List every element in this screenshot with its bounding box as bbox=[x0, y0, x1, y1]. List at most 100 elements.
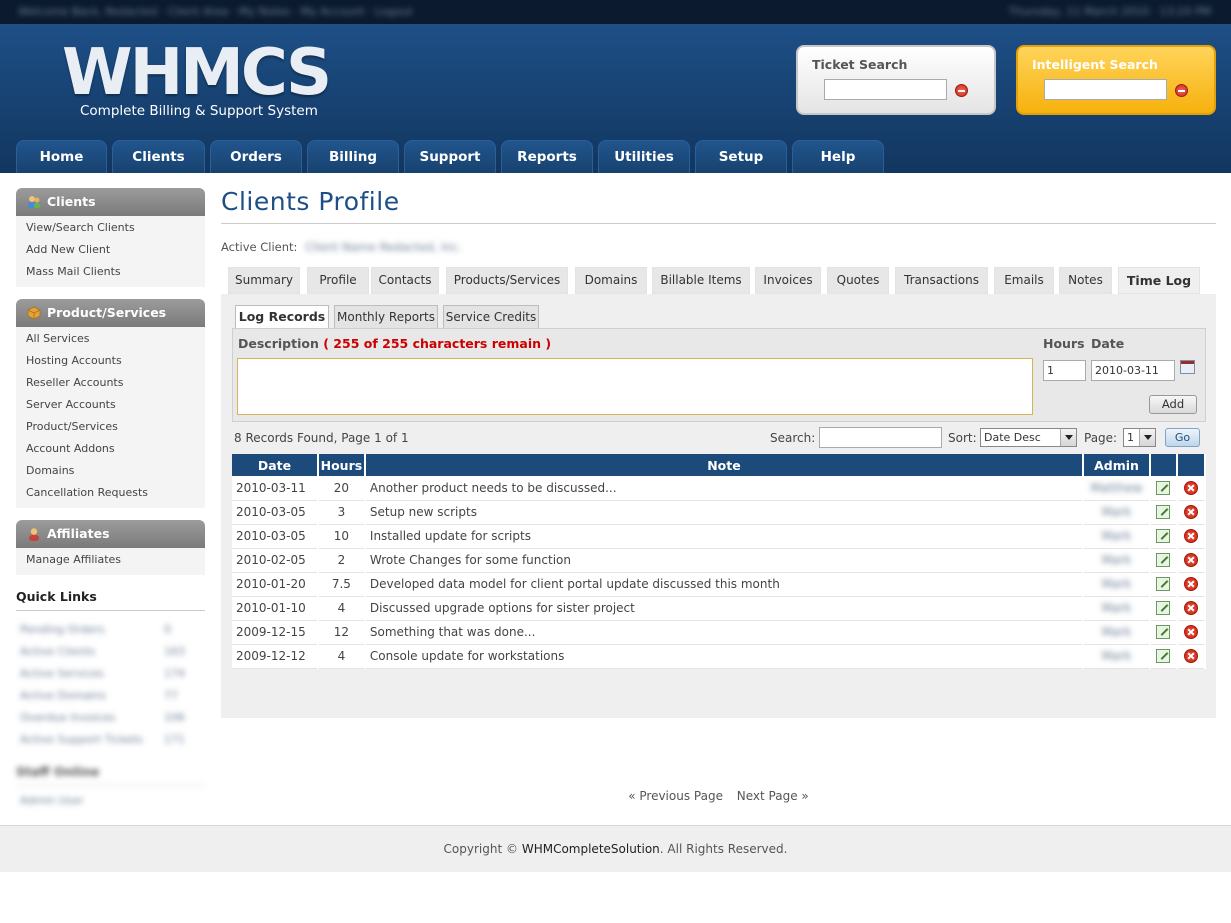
nav-reports[interactable]: Reports bbox=[501, 140, 593, 173]
sidebar-item-mass-mail-clients[interactable]: Mass Mail Clients bbox=[16, 262, 205, 284]
edit-icon[interactable] bbox=[1156, 577, 1171, 592]
tab-emails[interactable]: Emails bbox=[994, 267, 1054, 294]
calendar-icon[interactable] bbox=[1180, 360, 1195, 374]
sidebar-item-domains[interactable]: Domains bbox=[16, 461, 205, 483]
nav-billing[interactable]: Billing bbox=[307, 140, 399, 173]
column-date[interactable]: Date bbox=[232, 454, 319, 476]
clear-icon[interactable] bbox=[955, 84, 968, 97]
sort-select[interactable]: Date Desc bbox=[980, 428, 1077, 447]
quick-link[interactable]: Active Domains 77 bbox=[16, 684, 205, 706]
footer: Copyright © WHMCompleteSolution. All Rig… bbox=[0, 825, 1231, 872]
nav-utilities[interactable]: Utilities bbox=[598, 140, 690, 173]
quick-link[interactable]: Active Services 174 bbox=[16, 662, 205, 684]
nav-setup[interactable]: Setup bbox=[695, 140, 787, 173]
tab-summary[interactable]: Summary bbox=[228, 267, 300, 294]
row-delete-cell bbox=[1176, 500, 1207, 525]
delete-icon[interactable] bbox=[1183, 649, 1198, 664]
column-hours[interactable]: Hours bbox=[317, 454, 366, 476]
edit-icon[interactable] bbox=[1156, 553, 1171, 568]
ticket-search-input[interactable] bbox=[824, 79, 947, 100]
column-edit bbox=[1149, 454, 1178, 476]
add-button[interactable]: Add bbox=[1149, 395, 1197, 414]
sidebar-item-add-new-client[interactable]: Add New Client bbox=[16, 240, 205, 262]
tab-transactions[interactable]: Transactions bbox=[895, 267, 988, 294]
delete-icon[interactable] bbox=[1183, 625, 1198, 640]
tab-notes[interactable]: Notes bbox=[1059, 267, 1112, 294]
previous-page-link[interactable]: « Previous Page bbox=[628, 789, 723, 803]
sidebar-products-list: All Services Hosting Accounts Reseller A… bbox=[16, 327, 205, 508]
column-note[interactable]: Note bbox=[364, 454, 1085, 476]
sidebar-item-server-accounts[interactable]: Server Accounts bbox=[16, 395, 205, 417]
row-admin: Mark bbox=[1083, 620, 1151, 645]
sidebar-item-manage-affiliates[interactable]: Manage Affiliates bbox=[16, 550, 205, 572]
edit-icon[interactable] bbox=[1156, 601, 1171, 616]
page-select[interactable]: 1 bbox=[1123, 428, 1156, 447]
sidebar-item-view-search-clients[interactable]: View/Search Clients bbox=[16, 218, 205, 240]
nav-clients[interactable]: Clients bbox=[112, 140, 205, 173]
quick-link[interactable]: Active Clients 163 bbox=[16, 640, 205, 662]
footer-suffix: . All Rights Reserved. bbox=[659, 842, 788, 856]
sidebar-item-account-addons[interactable]: Account Addons bbox=[16, 439, 205, 461]
delete-icon[interactable] bbox=[1183, 577, 1198, 592]
tab-profile[interactable]: Profile bbox=[307, 267, 369, 294]
tab-billable-items[interactable]: Billable Items bbox=[652, 267, 750, 294]
active-client-value[interactable]: Client Name Redacted, Inc. bbox=[305, 240, 462, 254]
subtab-log-records[interactable]: Log Records bbox=[235, 305, 329, 329]
subtab-monthly-reports[interactable]: Monthly Reports bbox=[334, 305, 438, 329]
staff-online-name: Admin User bbox=[20, 794, 84, 807]
whmcs-logo[interactable]: WHMCS bbox=[62, 38, 332, 108]
nav-home[interactable]: Home bbox=[16, 140, 107, 173]
footer-brand-link[interactable]: WHMCompleteSolution bbox=[522, 842, 660, 856]
row-date: 2010-03-05 bbox=[232, 500, 319, 525]
nav-support[interactable]: Support bbox=[404, 140, 496, 173]
quick-link-count: 77 bbox=[164, 689, 178, 702]
column-admin[interactable]: Admin bbox=[1083, 454, 1151, 476]
tab-contacts[interactable]: Contacts bbox=[371, 267, 439, 294]
delete-icon[interactable] bbox=[1183, 481, 1198, 495]
tab-products-services[interactable]: Products/Services bbox=[446, 267, 568, 294]
nav-orders[interactable]: Orders bbox=[210, 140, 302, 173]
edit-icon[interactable] bbox=[1156, 505, 1171, 520]
date-label: Date bbox=[1091, 336, 1125, 351]
nav-help[interactable]: Help bbox=[792, 140, 884, 173]
pagination: « Previous Page Next Page » bbox=[221, 789, 1216, 803]
date-input[interactable] bbox=[1091, 360, 1175, 381]
tab-time-log[interactable]: Time Log bbox=[1118, 267, 1200, 294]
quick-link[interactable]: Active Support Tickets 171 bbox=[16, 728, 205, 750]
row-note: Developed data model for client portal u… bbox=[364, 572, 1085, 597]
tab-invoices[interactable]: Invoices bbox=[755, 267, 821, 294]
row-note: Wrote Changes for some function bbox=[364, 548, 1085, 573]
quick-link[interactable]: Pending Orders 0 bbox=[16, 618, 205, 640]
table-row: 2010-03-11 20 Another product needs to be … bbox=[232, 476, 1207, 501]
tab-quotes[interactable]: Quotes bbox=[827, 267, 889, 294]
edit-icon[interactable] bbox=[1156, 481, 1171, 495]
hours-label: Hours bbox=[1043, 336, 1085, 351]
sidebar-item-product-services[interactable]: Product/Services bbox=[16, 417, 205, 439]
sidebar-item-all-services[interactable]: All Services bbox=[16, 329, 205, 351]
row-edit-cell bbox=[1149, 620, 1178, 645]
sidebar-item-cancellation-requests[interactable]: Cancellation Requests bbox=[16, 483, 205, 505]
intelligent-search-input[interactable] bbox=[1044, 79, 1167, 100]
quick-link[interactable]: Overdue Invoices 106 bbox=[16, 706, 205, 728]
sidebar-item-reseller-accounts[interactable]: Reseller Accounts bbox=[16, 373, 205, 395]
delete-icon[interactable] bbox=[1183, 529, 1198, 544]
table-row: 2010-01-20 7.5 Developed data model for cl… bbox=[232, 572, 1207, 597]
sidebar-item-hosting-accounts[interactable]: Hosting Accounts bbox=[16, 351, 205, 373]
user-icon bbox=[29, 528, 39, 541]
edit-icon[interactable] bbox=[1156, 625, 1171, 640]
go-button[interactable]: Go bbox=[1165, 428, 1200, 447]
clear-icon[interactable] bbox=[1175, 84, 1188, 97]
subtab-service-credits[interactable]: Service Credits bbox=[443, 305, 539, 329]
edit-icon[interactable] bbox=[1156, 649, 1171, 664]
edit-icon[interactable] bbox=[1156, 529, 1171, 544]
delete-icon[interactable] bbox=[1183, 601, 1198, 616]
next-page-link[interactable]: Next Page » bbox=[737, 789, 809, 803]
tab-domains[interactable]: Domains bbox=[575, 267, 647, 294]
hours-input[interactable] bbox=[1043, 360, 1086, 381]
delete-icon[interactable] bbox=[1183, 505, 1198, 520]
ticket-search-box: Ticket Search bbox=[796, 45, 996, 115]
description-textarea[interactable] bbox=[237, 358, 1033, 415]
row-edit-cell bbox=[1149, 524, 1178, 549]
search-input[interactable] bbox=[819, 427, 942, 448]
delete-icon[interactable] bbox=[1183, 553, 1198, 568]
